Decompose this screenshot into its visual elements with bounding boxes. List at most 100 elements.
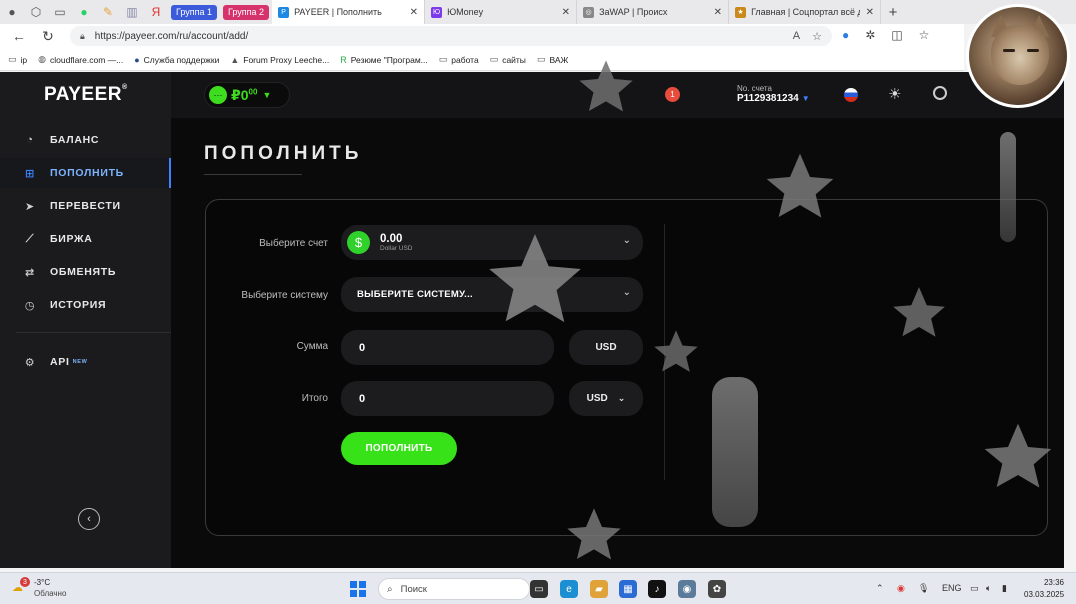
lock-icon[interactable]: 🔒︎ [80, 31, 85, 42]
sidebar-item-transfer[interactable]: ➤ ПЕРЕВЕСТИ [0, 191, 171, 221]
sidebar-item-deposit[interactable]: ⊞ ПОПОЛНИТЬ [0, 158, 171, 188]
tab-title: PAYEER | Пополнить [294, 7, 382, 17]
balance-dropdown[interactable]: ··· ₽000 ▼ [204, 82, 290, 108]
clock-date: 03.03.2025 [1024, 590, 1065, 599]
star-streak-decoration [1000, 132, 1016, 242]
deposit-submit-button[interactable]: ПОПОЛНИТЬ [341, 432, 457, 465]
store-icon[interactable]: ▦ [619, 580, 637, 598]
read-aloud-icon[interactable]: A [793, 30, 800, 43]
tab-group-2[interactable]: Группа 2 [223, 4, 270, 20]
chart-icon: ⟋ [25, 232, 35, 245]
account-number[interactable]: P1129381234 ▼ [737, 93, 810, 104]
favorites-icon[interactable]: ☆ [919, 28, 930, 42]
address-bar[interactable]: 🔒︎ https://payeer.com/ru/account/add/ A … [70, 26, 832, 46]
logout-icon[interactable] [933, 86, 947, 100]
tab-group-1[interactable]: Группа 1 [171, 4, 218, 20]
new-tab-button[interactable]: + [881, 4, 905, 21]
plus-square-icon: ⊞ [25, 167, 35, 180]
start-button[interactable] [350, 581, 366, 597]
collapse-sidebar-button[interactable]: ‹ [78, 508, 100, 530]
total-input[interactable]: 0 [341, 381, 554, 416]
clock-icon: ◷ [24, 299, 36, 312]
account-amount: 0.00 [380, 233, 403, 245]
sidebar: PAYEER® ◔ БАЛАНС ⊞ ПОПОЛНИТЬ ➤ ПЕРЕВЕСТИ ⟋ Б… [0, 72, 171, 568]
bookmark-link[interactable]: R Резюме "Програм... [340, 55, 428, 65]
task-view-icon[interactable]: ▭ [530, 580, 548, 598]
sidebar-item-api[interactable]: ⚙ API NEW [0, 347, 171, 377]
sidebar-item-history[interactable]: ◷ ИСТОРИЯ [0, 290, 171, 320]
tray-icon[interactable]: ◉ [897, 583, 905, 594]
favorite-star-icon[interactable]: ☆ [812, 30, 822, 43]
chevron-down-icon: ⌄ [622, 287, 631, 298]
display-icon[interactable]: ▭ [970, 583, 979, 594]
language-indicator[interactable]: ENG [942, 583, 962, 593]
chevron-down-icon: ⌄ [617, 393, 626, 403]
chevron-up-icon[interactable]: ⌃ [876, 583, 884, 594]
volume-icon[interactable]: 🔈︎ [986, 583, 991, 594]
notifications-badge[interactable]: 1 [665, 87, 680, 102]
mic-icon[interactable]: 🎙︎ [918, 583, 929, 594]
tab-socportal[interactable]: ★ Главная | Соцпортал всё для ✕ [729, 0, 882, 24]
app-icon[interactable]: ▰ [590, 580, 608, 598]
sidebar-item-label: ПЕРЕВЕСТИ [50, 200, 121, 212]
payeer-app: PAYEER® ◔ БАЛАНС ⊞ ПОПОЛНИТЬ ➤ ПЕРЕВЕСТИ ⟋ Б… [0, 60, 1064, 568]
chevron-left-icon: ‹ [87, 513, 91, 525]
theme-toggle-icon[interactable]: ☀ [888, 85, 901, 103]
zawap-favicon: ◎ [583, 6, 595, 18]
close-icon[interactable]: ✕ [404, 7, 418, 18]
app-cat-icon[interactable]: ◉ [678, 580, 696, 598]
wallet-icon: ··· [209, 86, 227, 104]
sidebar-item-balance[interactable]: ◔ БАЛАНС [0, 125, 171, 155]
taskbar-search[interactable]: ⌕ Поиск [378, 578, 530, 600]
pinned-tab-icon[interactable]: ✎ [96, 0, 120, 24]
bookmark-link[interactable]: ● Служба поддержки [134, 55, 219, 65]
reload-button[interactable]: ↻ [34, 28, 62, 45]
workspaces-icon[interactable]: ⬡ [24, 0, 48, 24]
bookmark-folder[interactable]: ▭ работа [439, 54, 479, 65]
tab-actions-icon[interactable]: ▭ [48, 0, 72, 24]
tab-title: Главная | Соцпортал всё для [751, 7, 860, 17]
clock-time: 23:36 [1043, 578, 1064, 587]
sidebar-item-label: БАЛАНС [50, 134, 100, 146]
sum-label: Сумма [296, 341, 328, 352]
close-icon[interactable]: ✕ [708, 7, 722, 18]
pinned-tab-icon[interactable]: ▥ [120, 0, 144, 24]
total-currency-select[interactable]: USD ⌄ [569, 381, 643, 416]
page-title: ПОПОЛНИТЬ [204, 143, 363, 164]
battery-icon[interactable]: ▮ [1002, 583, 1007, 594]
send-icon: ➤ [25, 200, 35, 213]
back-button[interactable]: ← [5, 28, 33, 44]
whatsapp-tab-icon[interactable]: ● [72, 0, 96, 24]
profile-icon[interactable]: ● [0, 0, 24, 24]
yandex-tab-icon[interactable]: Я [144, 0, 168, 24]
sidebar-item-exchange-market[interactable]: ⟋ БИРЖА [0, 224, 171, 254]
search-placeholder: Поиск [400, 583, 427, 595]
bookmark-link[interactable]: ▲ Forum Proxy Leeche... [230, 55, 329, 65]
url-text[interactable]: https://payeer.com/ru/account/add/ [95, 31, 248, 42]
tab-zawap[interactable]: ◎ ЗаWAP | Происх ✕ [577, 0, 730, 24]
tiktok-icon[interactable]: ♪ [648, 580, 666, 598]
close-icon[interactable]: ✕ [556, 7, 570, 18]
tab-payeer[interactable]: P PAYEER | Пополнить ✕ [272, 0, 426, 24]
language-flag-icon[interactable] [844, 88, 858, 102]
bookmark-folder[interactable]: ▭ ВАЖ [537, 54, 568, 65]
split-screen-icon[interactable]: ◫ [891, 28, 902, 42]
bookmark-link[interactable]: ◍ cloudflare.com —... [38, 54, 123, 65]
sidebar-item-swap[interactable]: ⇄ ОБМЕНЯТЬ [0, 257, 171, 287]
sidebar-item-label: ПОПОЛНИТЬ [50, 167, 124, 179]
extensions-icon[interactable]: ✲ [865, 28, 875, 42]
folder-icon: ▭ [8, 54, 17, 64]
weather-badge: 3 [20, 577, 30, 587]
payeer-logo[interactable]: PAYEER® [44, 84, 128, 106]
star-streak-decoration [712, 377, 758, 527]
edge-icon[interactable]: e [560, 580, 578, 598]
copilot-icon[interactable]: ● [842, 28, 849, 42]
star-decoration [766, 153, 834, 218]
bookmark-folder[interactable]: ▭ сайты [490, 54, 526, 65]
close-icon[interactable]: ✕ [860, 7, 874, 18]
bookmark-folder[interactable]: ▭ ip [8, 54, 27, 65]
clock[interactable]: 23:36 03.03.2025 [1024, 577, 1064, 601]
tab-yoomoney[interactable]: Ю ЮMoney ✕ [425, 0, 578, 24]
app-colorful-icon[interactable]: ✿ [708, 580, 726, 598]
taskbar: ☁ 3 -3°C Облачно ⌕ Поиск ▭ e ▰ ▦ ♪ ◉ ✿ ⌃… [0, 572, 1076, 604]
